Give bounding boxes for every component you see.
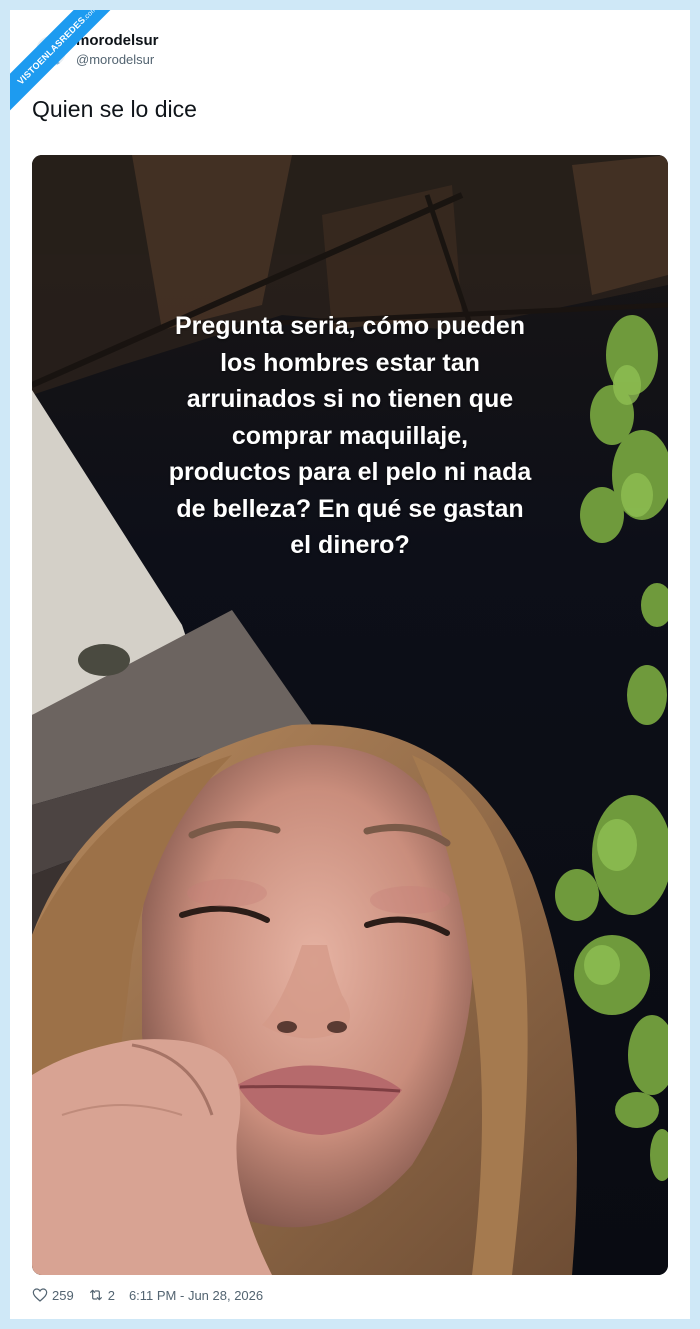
author-name[interactable]: morodelsur <box>76 32 159 49</box>
overlay-line: el dinero? <box>290 531 410 559</box>
watermark-text: VISTOENLASREDES <box>15 14 88 87</box>
overlay-line: Pregunta seria, cómo pueden <box>174 312 526 340</box>
overlay-line: productos para el pelo ni nada <box>168 458 532 486</box>
tweet-timestamp[interactable]: 6:11 PM - Jun 28, 2026 <box>129 1288 263 1303</box>
overlay-line: arruinados si no tienen que <box>186 385 514 413</box>
watermark-suffix: .com <box>82 10 99 22</box>
tweet-footer: 259 2 6:11 PM - Jun 28, 2026 <box>32 1284 263 1306</box>
author-handle[interactable]: @morodelsur <box>76 52 154 67</box>
media-overlay-text: Pregunta seria, cómo pueden los hombres … <box>102 308 598 564</box>
retweet-icon[interactable] <box>88 1287 104 1303</box>
retweet-count: 2 <box>107 1287 115 1303</box>
overlay-line: comprar maquillaje, <box>231 421 469 450</box>
tweet-text: Quien se lo dice <box>32 96 197 122</box>
tweet-card: VISTOENLASREDES.com morodelsur @morodels… <box>10 10 690 1319</box>
overlay-line: los hombres estar tan <box>220 348 480 377</box>
overlay-line: de belleza? En qué se gastan <box>176 494 524 523</box>
tweet-media[interactable]: Pregunta seria, cómo pueden los hombres … <box>32 155 668 1275</box>
heart-icon[interactable] <box>32 1287 48 1303</box>
like-count: 259 <box>52 1287 74 1303</box>
